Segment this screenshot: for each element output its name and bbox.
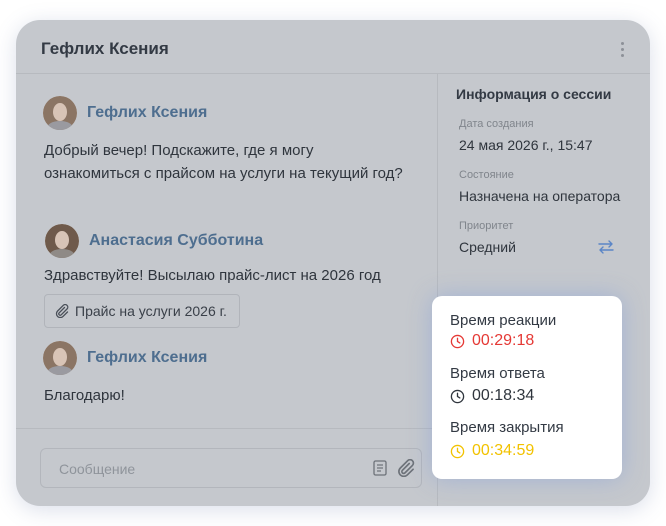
author-name[interactable]: Анастасия Субботина: [89, 232, 263, 250]
status-value: Назначена на оператора: [459, 188, 621, 204]
paperclip-icon: [55, 304, 69, 318]
message-composer[interactable]: [40, 448, 422, 488]
closing-time: 00:34:59: [450, 442, 534, 460]
session-timers-card: Время реакции 00:29:18 Время ответа 00:1…: [432, 296, 622, 479]
author-name[interactable]: Гефлих Ксения: [87, 349, 207, 367]
reaction-time-value: 00:29:18: [472, 332, 535, 349]
chat-title: Гефлих Ксения: [41, 39, 169, 58]
reaction-time: 00:29:18: [450, 332, 534, 350]
created-label: Дата создания: [459, 118, 534, 130]
message-author: Анастасия Субботина: [45, 224, 263, 258]
more-options-icon[interactable]: [614, 40, 630, 60]
avatar[interactable]: [43, 96, 77, 130]
priority-value: Средний: [459, 239, 516, 255]
status-label: Состояние: [459, 169, 514, 181]
clock-icon: [450, 444, 465, 458]
attachment-chip[interactable]: Прайс на услуги 2026 г.: [44, 294, 240, 328]
chat-header: Гефлих Ксения: [16, 20, 650, 74]
author-name[interactable]: Гефлих Ксения: [87, 104, 207, 122]
response-time-label: Время ответа: [450, 365, 545, 382]
reaction-time-label: Время реакции: [450, 312, 557, 329]
composer-divider: [16, 428, 437, 429]
message-text: Добрый вечер! Подскажите, где я могу озн…: [44, 142, 403, 182]
priority-label: Приоритет: [459, 220, 514, 232]
attachment-name: Прайс на услуги 2026 г.: [75, 303, 227, 319]
closing-time-label: Время закрытия: [450, 419, 564, 436]
response-time-value: 00:18:34: [472, 387, 535, 404]
clock-icon: [450, 334, 465, 348]
message-text: Благодарю!: [44, 387, 125, 404]
paperclip-icon[interactable]: [397, 459, 415, 477]
swap-arrows-icon[interactable]: [597, 239, 615, 255]
message-author: Гефлих Ксения: [43, 341, 207, 375]
response-time: 00:18:34: [450, 387, 534, 405]
clock-icon: [450, 389, 465, 403]
message-input[interactable]: [57, 458, 341, 480]
avatar[interactable]: [45, 224, 79, 258]
template-icon[interactable]: [371, 459, 389, 477]
message-list: Гефлих Ксения Добрый вечер! Подскажите, …: [16, 74, 437, 430]
created-value: 24 мая 2026 г., 15:47: [459, 137, 593, 153]
closing-time-value: 00:34:59: [472, 442, 535, 459]
message-text: Здравствуйте! Высылаю прайс-лист на 2026…: [44, 267, 381, 284]
session-info-title: Информация о сессии: [456, 86, 612, 102]
avatar[interactable]: [43, 341, 77, 375]
message-author: Гефлих Ксения: [43, 96, 207, 130]
